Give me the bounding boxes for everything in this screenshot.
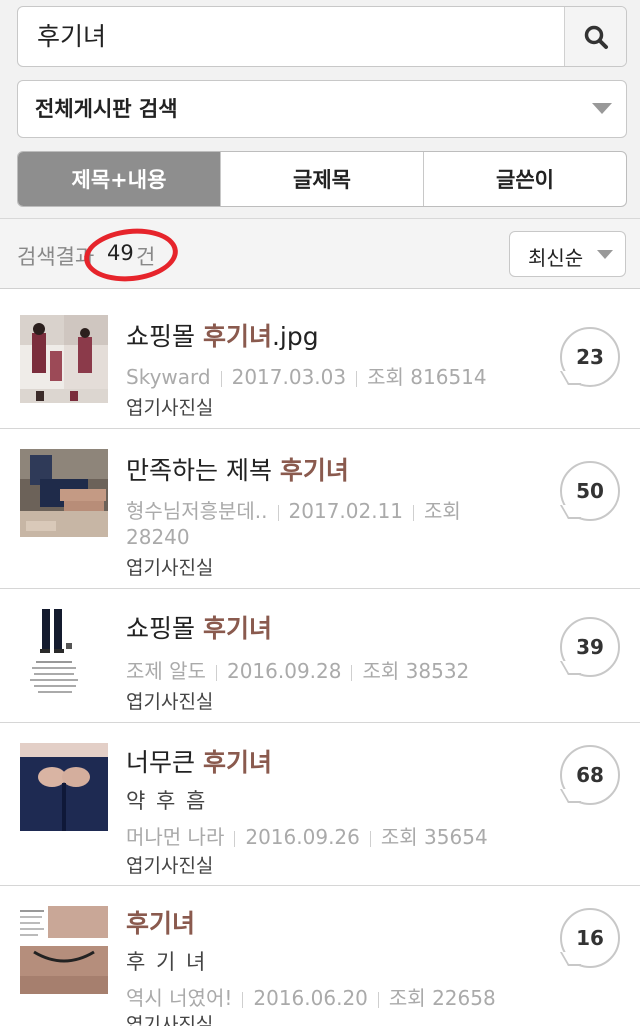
post-title[interactable]: 만족하는 제복 후기녀 bbox=[126, 451, 349, 487]
search-button[interactable] bbox=[564, 7, 626, 66]
post-author: 역시 너였어! bbox=[126, 986, 233, 1010]
comment-count-bubble[interactable]: 39 bbox=[560, 617, 620, 677]
board-scope-value: 전체게시판 검색 bbox=[35, 97, 178, 121]
sort-value: 최신순 bbox=[528, 246, 584, 270]
post-author: 조제 알도 bbox=[126, 659, 206, 683]
post-author: 형수님저흥분데.. bbox=[126, 499, 268, 523]
divider bbox=[242, 991, 244, 1008]
list-item[interactable]: 쇼핑몰 후기녀 조제 알도 2016.09.28 조회 38532 엽기사진실 39 bbox=[0, 589, 640, 723]
views-count: 28240 bbox=[126, 525, 190, 549]
post-title[interactable]: 너무큰 후기녀 bbox=[126, 743, 272, 779]
search-panel: 후기녀 전체게시판 검색 제목+내용 글제목 글쓴이 bbox=[0, 0, 640, 219]
board-scope-select[interactable]: 전체게시판 검색 bbox=[17, 80, 627, 138]
post-board: 엽기사진실 bbox=[126, 1014, 214, 1026]
dropdown-arrow-icon bbox=[592, 103, 612, 114]
divider bbox=[351, 664, 353, 681]
divider bbox=[356, 370, 358, 387]
views-label: 조회 bbox=[380, 825, 418, 849]
comment-count-bubble[interactable]: 68 bbox=[560, 745, 620, 805]
result-list: 쇼핑몰 후기녀.jpg Skyward 2017.03.03 조회 816514 엽… bbox=[0, 289, 640, 1026]
tab-title-content[interactable]: 제목+내용 bbox=[18, 152, 221, 206]
red-circle-annotation bbox=[81, 224, 181, 286]
post-date: 2016.09.26 bbox=[245, 825, 360, 849]
post-thumbnail bbox=[20, 906, 108, 994]
keyword-highlight: 후기녀 bbox=[279, 456, 349, 485]
post-board: 엽기사진실 bbox=[126, 397, 214, 419]
divider bbox=[220, 370, 222, 387]
comment-count-bubble[interactable]: 16 bbox=[560, 908, 620, 968]
post-date: 2016.09.28 bbox=[226, 659, 342, 683]
post-thumbnail bbox=[20, 609, 108, 697]
search-input[interactable]: 후기녀 bbox=[18, 7, 564, 66]
post-subtitle: 후 기 녀 bbox=[126, 950, 208, 974]
post-board: 엽기사진실 bbox=[126, 855, 214, 877]
list-item[interactable]: 쇼핑몰 후기녀.jpg Skyward 2017.03.03 조회 816514 엽… bbox=[0, 289, 640, 429]
list-item[interactable]: 너무큰 후기녀 약 후 흠 머나먼 나라 2016.09.26 조회 35654 엽… bbox=[0, 723, 640, 886]
post-meta: Skyward 2017.03.03 조회 816514 bbox=[126, 361, 487, 390]
search-type-tabs: 제목+내용 글제목 글쓴이 bbox=[17, 151, 627, 207]
sort-select[interactable]: 최신순 bbox=[509, 231, 626, 277]
list-item[interactable]: 후기녀 후 기 녀 역시 너였어! 2016.06.20 조회 22658 엽기사진… bbox=[0, 886, 640, 1026]
post-date: 2017.03.03 bbox=[231, 365, 347, 389]
views-count: 816514 bbox=[410, 365, 487, 389]
post-title-text: 쇼핑몰 bbox=[126, 322, 203, 351]
post-meta: 머나먼 나라 2016.09.26 조회 35654 bbox=[126, 821, 488, 850]
list-item[interactable]: 만족하는 제복 후기녀 형수님저흥분데.. 2017.02.11 조회 28240 … bbox=[0, 429, 640, 589]
views-count: 38532 bbox=[405, 659, 470, 683]
search-icon bbox=[584, 25, 608, 49]
views-label: 조회 bbox=[424, 499, 461, 523]
divider bbox=[369, 830, 371, 847]
views-label: 조회 bbox=[388, 986, 426, 1010]
post-meta: 형수님저흥분데.. 2017.02.11 조회 bbox=[126, 495, 461, 524]
post-thumbnail bbox=[20, 315, 108, 403]
divider bbox=[215, 664, 217, 681]
post-thumbnail bbox=[20, 449, 108, 537]
dropdown-arrow-icon bbox=[597, 250, 613, 259]
post-title-text: 쇼핑몰 bbox=[126, 614, 203, 643]
keyword-highlight: 후기녀 bbox=[126, 909, 196, 938]
result-bar: 검색결과 49 건 최신순 bbox=[0, 219, 640, 289]
search-box: 후기녀 bbox=[17, 6, 627, 67]
views-label: 조회 bbox=[367, 365, 404, 389]
post-author: Skyward bbox=[126, 365, 211, 389]
post-title-text: 만족하는 제복 bbox=[126, 456, 280, 485]
views-count: 35654 bbox=[424, 825, 488, 849]
post-title[interactable]: 쇼핑몰 후기녀.jpg bbox=[126, 317, 319, 353]
post-date: 2017.02.11 bbox=[288, 499, 404, 523]
tab-title[interactable]: 글제목 bbox=[221, 152, 424, 206]
post-author: 머나먼 나라 bbox=[126, 825, 225, 849]
comment-count-bubble[interactable]: 50 bbox=[560, 461, 620, 521]
post-meta: 조제 알도 2016.09.28 조회 38532 bbox=[126, 655, 469, 684]
divider bbox=[377, 991, 379, 1008]
divider bbox=[277, 504, 279, 521]
views-count: 22658 bbox=[432, 986, 496, 1010]
divider bbox=[413, 504, 415, 521]
post-title-text: 너무큰 bbox=[126, 748, 203, 777]
post-title-text: .jpg bbox=[271, 322, 319, 351]
post-board: 엽기사진실 bbox=[126, 557, 214, 579]
post-date: 2016.06.20 bbox=[253, 986, 368, 1010]
post-title[interactable]: 후기녀 bbox=[126, 904, 195, 940]
post-title[interactable]: 쇼핑몰 후기녀 bbox=[126, 609, 272, 645]
result-label: 검색결과 bbox=[17, 245, 95, 269]
comment-count-bubble[interactable]: 23 bbox=[560, 327, 620, 387]
keyword-highlight: 후기녀 bbox=[202, 614, 272, 643]
views-label: 조회 bbox=[362, 659, 400, 683]
divider bbox=[234, 830, 236, 847]
post-thumbnail bbox=[20, 743, 108, 831]
post-subtitle: 약 후 흠 bbox=[126, 789, 208, 813]
post-meta: 역시 너였어! 2016.06.20 조회 22658 bbox=[126, 982, 496, 1011]
keyword-highlight: 후기녀 bbox=[202, 748, 272, 777]
tab-author[interactable]: 글쓴이 bbox=[424, 152, 626, 206]
post-board: 엽기사진실 bbox=[126, 691, 214, 713]
keyword-highlight: 후기녀 bbox=[202, 322, 272, 351]
